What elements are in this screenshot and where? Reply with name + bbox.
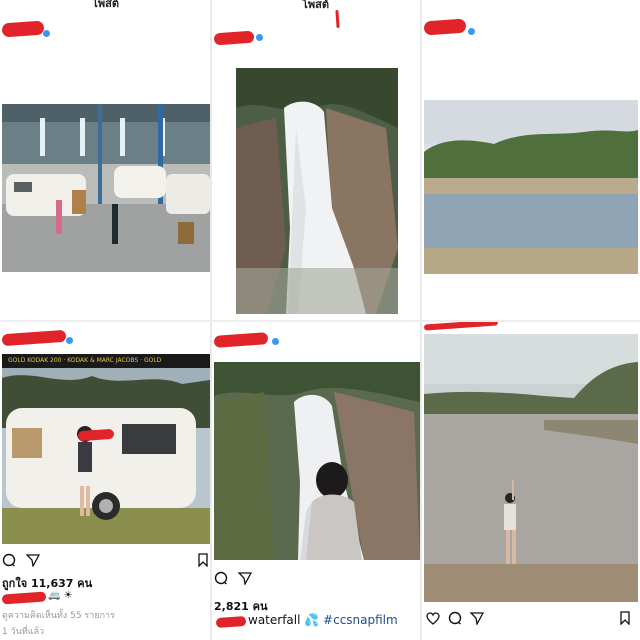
caption-text: waterfall (248, 613, 301, 627)
redacted-username (213, 30, 255, 46)
verified-badge-icon (66, 337, 73, 344)
bookmark-icon[interactable] (620, 610, 630, 629)
post-actions (214, 570, 253, 589)
film-strip-text: GOLD KODAK 200 · KODAK & MARC JACOBS · G… (8, 357, 162, 364)
verified-badge-icon (468, 28, 475, 35)
share-icon[interactable] (469, 610, 485, 629)
post-card-waterfall-2: 2,821 คน waterfall 💦 #ccsnapfilm (212, 322, 420, 640)
redacted-username (213, 332, 269, 348)
post-card-trailers: โพสต์ (0, 0, 210, 320)
redacted-username (1, 591, 47, 605)
caption-emoji: 🚐 ☀ (48, 590, 73, 601)
post-card-lake (422, 0, 640, 320)
post-image-waterfall[interactable] (236, 68, 398, 314)
redacted-username (423, 18, 467, 36)
film-strip: GOLD KODAK 200 · KODAK & MARC JACOBS · G… (2, 354, 210, 368)
verified-badge-icon (272, 338, 279, 345)
redacted-username (423, 322, 499, 331)
post-card-trailer-woman: GOLD KODAK 200 · KODAK & MARC JACOBS · G… (0, 322, 210, 640)
share-icon[interactable] (25, 552, 41, 571)
comment-icon[interactable] (2, 552, 16, 571)
post-actions (426, 610, 485, 629)
post-time: 1 วันที่แล้ว (2, 627, 45, 637)
heart-icon[interactable] (426, 610, 440, 629)
share-icon[interactable] (237, 570, 253, 589)
header-text: โพสต์ (92, 0, 120, 10)
post-caption: waterfall 💦 #ccsnapfilm (248, 613, 398, 627)
comment-icon[interactable] (448, 610, 462, 629)
post-image-lake[interactable] (424, 100, 638, 274)
hashtag-link[interactable]: #ccsnapfilm (323, 613, 398, 627)
view-comments-link[interactable]: ดูความคิดเห็นทั้ง 55 รายการ (2, 608, 115, 622)
caption-emoji: 💦 (304, 613, 320, 627)
post-image-waterfall-woman[interactable] (214, 362, 420, 560)
verified-badge-icon (43, 30, 50, 37)
post-card-waterfall-1: โพสต์ (212, 0, 420, 320)
post-image-lake-woman[interactable] (424, 334, 638, 602)
post-image-trailer-warehouse[interactable] (2, 104, 210, 272)
post-actions (2, 552, 41, 571)
header-text: โพสต์ (302, 0, 330, 11)
post-card-lake-woman (422, 322, 640, 640)
post-image-trailer-woman[interactable] (2, 368, 210, 544)
verified-badge-icon (256, 34, 263, 41)
redaction-mark (335, 9, 340, 29)
bookmark-icon[interactable] (198, 552, 208, 571)
comment-icon[interactable] (214, 570, 228, 589)
redacted-username (215, 615, 247, 629)
redacted-username (1, 20, 45, 38)
redacted-username (1, 329, 67, 347)
